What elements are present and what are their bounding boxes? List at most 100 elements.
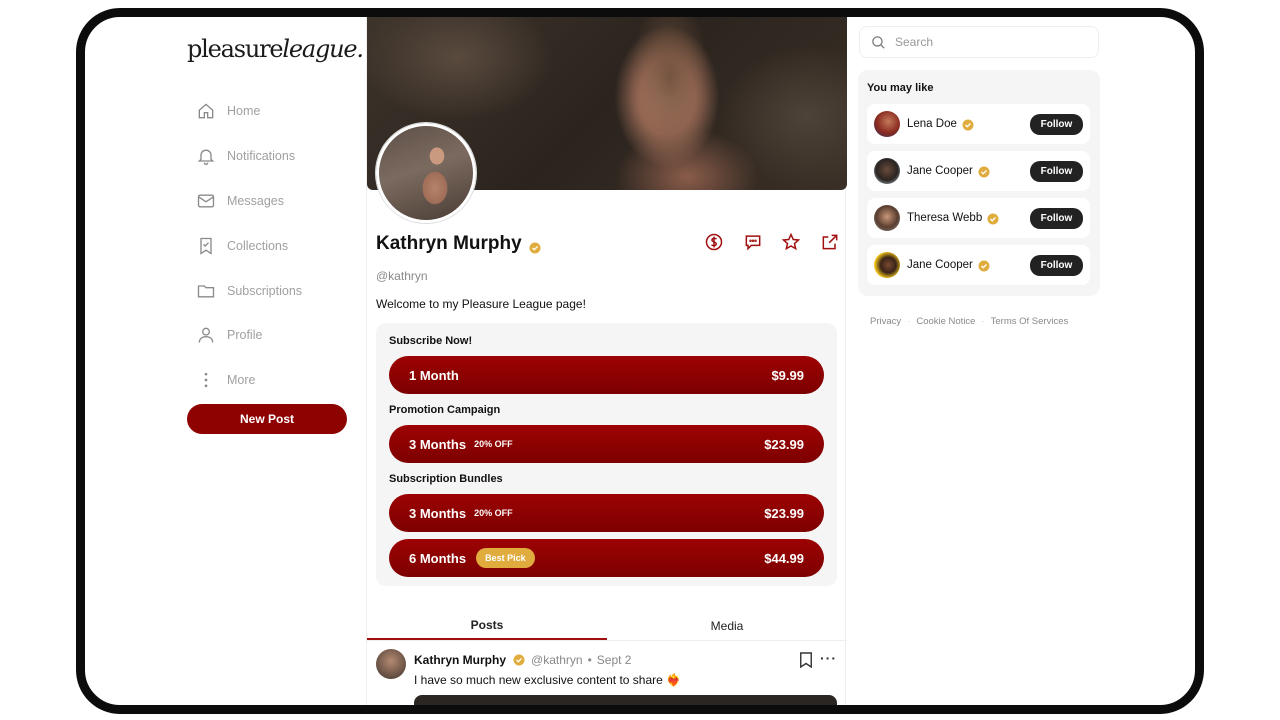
subscription-panel: Subscribe Now! 1 Month $9.99 Promotion C…	[376, 323, 837, 586]
plan-price: $9.99	[771, 367, 804, 383]
profile-handle: @kathryn	[376, 269, 428, 283]
app-logo[interactable]: pleasureleague.	[187, 35, 364, 63]
suggestion-item[interactable]: Lena Doe Follow	[867, 104, 1090, 144]
sidebar-nav: Home Notifications Messages Collections …	[196, 89, 302, 403]
new-post-button[interactable]: New Post	[187, 404, 347, 434]
subscribe-1-month-button[interactable]: 1 Month $9.99	[389, 356, 824, 394]
follow-button[interactable]: Follow	[1030, 160, 1083, 182]
search-input[interactable]	[895, 35, 1075, 49]
verified-badge-icon	[978, 259, 990, 272]
profile-column: Kathryn Murphy @kathryn Welcome to my Pl…	[366, 17, 847, 705]
share-external-icon[interactable]	[818, 230, 842, 254]
suggestion-item[interactable]: Theresa Webb Follow	[867, 198, 1090, 238]
suggestion-item[interactable]: Jane Cooper Follow	[867, 245, 1090, 285]
promotion-title: Promotion Campaign	[389, 404, 501, 416]
bookmark-check-icon	[196, 236, 216, 256]
avatar[interactable]	[874, 158, 900, 184]
folder-icon	[196, 281, 216, 301]
profile-name: Kathryn Murphy	[376, 233, 541, 255]
follow-button[interactable]: Follow	[1030, 207, 1083, 229]
footer-separator: ·	[907, 316, 911, 327]
avatar[interactable]	[874, 111, 900, 137]
star-icon[interactable]	[779, 230, 803, 254]
follow-button[interactable]: Follow	[1030, 113, 1083, 135]
footer-links: Privacy · Cookie Notice · Terms Of Servi…	[870, 316, 1068, 327]
suggestion-name[interactable]: Jane Cooper	[907, 165, 973, 177]
app-screen: pleasureleague. Home Notifications Messa…	[85, 17, 1195, 705]
post-author-avatar[interactable]	[376, 649, 406, 679]
sidebar-item-home[interactable]: Home	[196, 89, 302, 134]
more-horizontal-icon[interactable]: ···	[820, 650, 837, 666]
avatar[interactable]	[874, 252, 900, 278]
message-icon[interactable]	[741, 230, 765, 254]
verified-badge-icon	[962, 118, 974, 131]
sidebar-item-messages[interactable]: Messages	[196, 179, 302, 224]
mail-icon	[196, 191, 216, 211]
profile-name-text: Kathryn Murphy	[376, 233, 522, 254]
cookie-notice-link[interactable]: Cookie Notice	[916, 316, 975, 327]
follow-button[interactable]: Follow	[1030, 254, 1083, 276]
subscribe-bundle-3-months-button[interactable]: 3 Months 20% OFF $23.99	[389, 494, 824, 532]
logo-italic-text: league.	[282, 35, 364, 63]
tip-dollar-icon[interactable]	[702, 230, 726, 254]
plan-duration: 1 Month	[409, 367, 459, 383]
sidebar-item-label: Messages	[227, 193, 284, 208]
post-meta: Kathryn Murphy @kathryn • Sept 2	[414, 653, 631, 667]
fire-heart-emoji: ❤️‍🔥	[666, 673, 682, 687]
user-icon	[196, 325, 216, 345]
plan-price: $23.99	[764, 505, 804, 521]
plan-duration: 6 Months	[409, 550, 467, 566]
more-vertical-icon	[196, 370, 216, 390]
tab-media[interactable]: Media	[607, 611, 847, 640]
cover-image-detail	[615, 17, 725, 190]
sidebar-item-profile[interactable]: Profile	[196, 313, 302, 358]
terms-link[interactable]: Terms Of Services	[991, 316, 1069, 327]
plan-discount: 20% OFF	[474, 439, 513, 449]
post-date: Sept 2	[596, 653, 632, 667]
verified-badge-icon	[978, 165, 990, 178]
suggestion-name[interactable]: Jane Cooper	[907, 259, 973, 271]
subscribe-promo-3-months-button[interactable]: 3 Months 20% OFF $23.99	[389, 425, 824, 463]
suggestions-title: You may like	[867, 82, 934, 94]
footer-separator: ·	[981, 316, 985, 327]
sidebar-item-notifications[interactable]: Notifications	[196, 134, 302, 179]
sidebar-item-label: Profile	[227, 328, 263, 343]
suggestion-name[interactable]: Lena Doe	[907, 118, 957, 130]
post-media-image[interactable]	[414, 695, 837, 705]
verified-badge-icon	[529, 238, 541, 254]
sidebar-item-label: Home	[227, 104, 261, 119]
post-author-name[interactable]: Kathryn Murphy	[414, 653, 506, 667]
profile-tabs: Posts Media	[367, 611, 847, 641]
post-text: I have so much new exclusive content to …	[414, 673, 681, 687]
suggestion-name[interactable]: Theresa Webb	[907, 212, 982, 224]
plan-duration: 3 Months	[409, 505, 467, 521]
bell-icon	[196, 146, 216, 166]
tab-posts[interactable]: Posts	[367, 611, 607, 640]
suggestion-item[interactable]: Jane Cooper Follow	[867, 151, 1090, 191]
bookmark-icon[interactable]	[799, 652, 813, 669]
sidebar-item-more[interactable]: More	[196, 358, 302, 403]
subscribe-now-title: Subscribe Now!	[389, 335, 473, 347]
profile-actions	[702, 230, 857, 254]
subscribe-bundle-6-months-button[interactable]: 6 Months Best Pick $44.99	[389, 539, 824, 577]
sidebar-item-subscriptions[interactable]: Subscriptions	[196, 268, 302, 313]
sidebar-item-label: Subscriptions	[227, 283, 303, 298]
best-pick-badge: Best Pick	[476, 548, 535, 568]
bundles-title: Subscription Bundles	[389, 473, 503, 485]
verified-badge-icon	[513, 654, 525, 666]
search-bar	[859, 26, 1099, 58]
sidebar-item-label: Collections	[227, 238, 289, 253]
device-frame: pleasureleague. Home Notifications Messa…	[76, 8, 1204, 714]
meta-separator: •	[587, 653, 592, 667]
sidebar-item-collections[interactable]: Collections	[196, 223, 302, 268]
search-icon	[872, 35, 885, 49]
profile-avatar[interactable]	[376, 123, 476, 223]
profile-bio: Welcome to my Pleasure League page!	[376, 297, 586, 311]
home-icon	[196, 101, 216, 121]
privacy-link[interactable]: Privacy	[870, 316, 901, 327]
logo-regular-text: pleasure	[187, 35, 284, 63]
plan-discount: 20% OFF	[474, 508, 513, 518]
post-text-body: I have so much new exclusive content to …	[414, 673, 663, 687]
post-author-handle: @kathryn	[531, 653, 583, 667]
avatar[interactable]	[874, 205, 900, 231]
